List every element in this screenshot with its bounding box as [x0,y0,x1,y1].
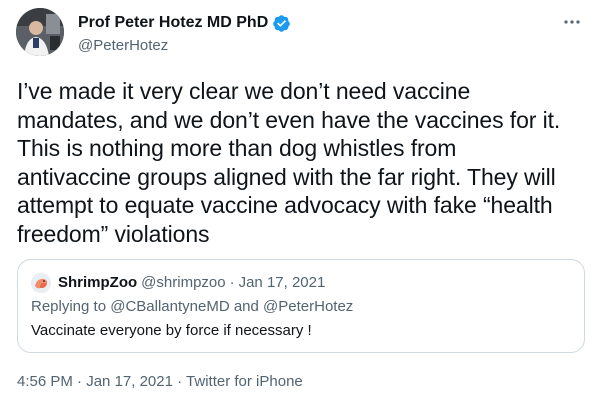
quoted-date: Jan 17, 2021 [238,274,326,291]
quoted-author-handle: @shrimpzoo [141,274,226,291]
tweet-text: I’ve made it very clear we don’t need va… [17,77,589,248]
meta-separator: · [177,373,183,390]
tweet-source[interactable]: Twitter for iPhone [186,373,303,390]
author-avatar[interactable] [16,8,64,56]
tweet-text-line: I’ve made it very clear we don’t need va… [17,78,471,104]
author-name[interactable]: Prof Peter Hotez MD PhD [78,14,268,32]
meta-separator: · [77,373,83,390]
replying-to-and: and [233,298,259,315]
tweet: Prof Peter Hotez MD PhD @PeterHotez I’ve… [0,0,602,412]
reply-mention-cballantynemd: @CBallantyneMD [110,298,230,315]
quoted-author-name: ShrimpZoo [58,274,138,291]
tweet-date[interactable]: Jan 17, 2021 [86,373,173,390]
author-handle[interactable]: @PeterHotez [78,37,168,54]
quoted-author-avatar [31,273,51,293]
quoted-replying-to: Replying to @CBallantyneMD and @PeterHot… [31,298,353,315]
reply-mention-peterhotez: @PeterHotez [263,298,354,315]
tweet-text-line: attempt to equate vaccine advocacy with … [17,192,553,218]
quoted-tweet[interactable]: ShrimpZoo @shrimpzoo · Jan 17, 2021 Repl… [17,259,585,353]
tweet-time[interactable]: 4:56 PM [17,373,73,390]
verified-badge-icon [272,14,291,33]
quoted-tweet-header: ShrimpZoo @shrimpzoo · Jan 17, 2021 [58,274,325,291]
quoted-separator: · [229,274,235,291]
more-horizontal-icon[interactable] [562,12,582,32]
quoted-tweet-text: Vaccinate everyone by force if necessary… [31,322,312,339]
tweet-text-line: This is nothing more than dog whistles f… [17,135,457,161]
tweet-text-line: antivaccine groups aligned with the far … [17,163,556,190]
tweet-text-line: mandates, and we don’t even have the vac… [17,106,561,133]
replying-to-label: Replying to [31,298,107,315]
tweet-meta: 4:56 PM · Jan 17, 2021 · Twitter for iPh… [17,373,303,390]
author-name-row: Prof Peter Hotez MD PhD [78,12,291,34]
tweet-text-line: freedom” violations [17,220,210,247]
